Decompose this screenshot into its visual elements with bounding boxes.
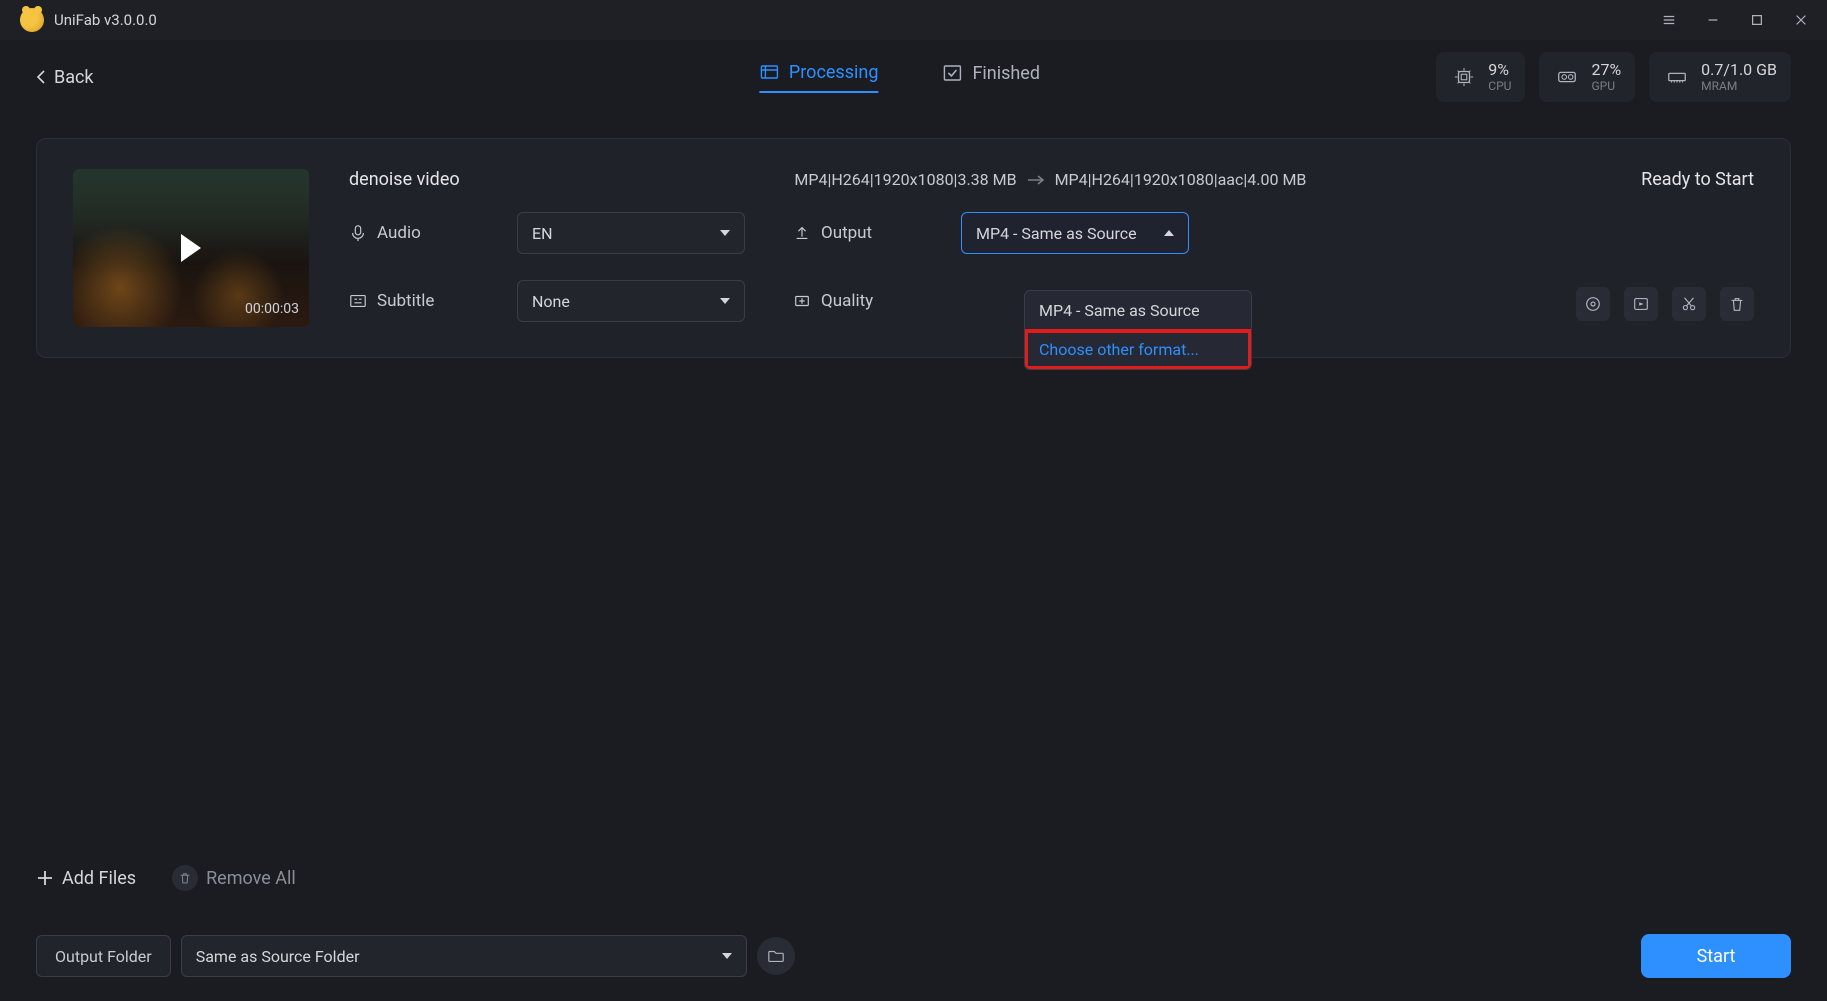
close-button[interactable] bbox=[1791, 10, 1811, 30]
task-status: Ready to Start bbox=[1641, 169, 1754, 190]
output-select-value: MP4 - Same as Source bbox=[976, 224, 1137, 243]
chevron-left-icon bbox=[36, 69, 46, 85]
task-card: 00:00:03 denoise video MP4|H264|1920x108… bbox=[36, 138, 1791, 358]
output-folder-select[interactable]: Same as Source Folder bbox=[181, 935, 747, 977]
preview-button[interactable] bbox=[1624, 287, 1658, 321]
target-spec: MP4|H264|1920x1080|aac|4.00 MB bbox=[1055, 170, 1307, 189]
audio-select[interactable]: EN bbox=[517, 212, 745, 254]
browse-folder-button[interactable] bbox=[757, 937, 795, 975]
task-title: denoise video bbox=[349, 169, 460, 190]
metric-cpu: 9% CPU bbox=[1436, 52, 1525, 102]
subtitle-select[interactable]: None bbox=[517, 280, 745, 322]
cpu-label: CPU bbox=[1488, 79, 1511, 93]
caret-down-icon bbox=[720, 298, 730, 304]
audio-label: Audio bbox=[349, 223, 469, 243]
subtitle-label-text: Subtitle bbox=[377, 291, 434, 311]
ram-icon bbox=[1663, 63, 1691, 91]
output-option-choose-other[interactable]: Choose other format... bbox=[1025, 330, 1251, 369]
bottom-actions: Add Files Remove All bbox=[36, 865, 296, 891]
footer: Output Folder Same as Source Folder Star… bbox=[0, 911, 1827, 1001]
menu-icon[interactable] bbox=[1659, 10, 1679, 30]
tab-processing-label: Processing bbox=[789, 62, 879, 83]
output-folder-value: Same as Source Folder bbox=[196, 947, 360, 966]
upload-icon bbox=[793, 224, 811, 242]
header: Back Processing Finished 9% CPU 27% GPU bbox=[0, 40, 1827, 114]
cpu-value: 9% bbox=[1488, 60, 1511, 79]
subtitle-label: Subtitle bbox=[349, 291, 469, 311]
output-dropdown: MP4 - Same as Source Choose other format… bbox=[1024, 290, 1252, 370]
metric-gpu: 27% GPU bbox=[1539, 52, 1635, 102]
tab-processing[interactable]: Processing bbox=[759, 62, 879, 93]
titlebar-controls bbox=[1659, 10, 1811, 30]
source-spec: MP4|H264|1920x1080|3.38 MB bbox=[794, 170, 1016, 189]
task-conversion-info: MP4|H264|1920x1080|3.38 MB MP4|H264|1920… bbox=[794, 170, 1306, 189]
audio-label-text: Audio bbox=[377, 223, 421, 243]
output-label-text: Output bbox=[821, 223, 872, 243]
caret-up-icon bbox=[1164, 230, 1174, 236]
trash-icon bbox=[172, 865, 198, 891]
quality-label-text: Quality bbox=[821, 291, 873, 311]
output-folder-label: Output Folder bbox=[36, 935, 171, 977]
subtitle-icon bbox=[349, 292, 367, 310]
remove-all-label: Remove All bbox=[206, 868, 296, 889]
gpu-icon bbox=[1553, 63, 1581, 91]
tabs: Processing Finished bbox=[759, 62, 1040, 93]
remove-all-button[interactable]: Remove All bbox=[172, 865, 296, 891]
gpu-value: 27% bbox=[1591, 60, 1621, 79]
back-button[interactable]: Back bbox=[36, 67, 94, 88]
gpu-label: GPU bbox=[1591, 79, 1621, 93]
ram-value: 0.7/1.0 GB bbox=[1701, 60, 1777, 79]
metric-ram: 0.7/1.0 GB MRAM bbox=[1649, 52, 1791, 102]
trim-button[interactable] bbox=[1672, 287, 1706, 321]
plus-icon bbox=[36, 869, 54, 887]
output-select[interactable]: MP4 - Same as Source bbox=[961, 212, 1189, 254]
task-actions bbox=[1576, 287, 1754, 321]
app-logo-icon bbox=[20, 8, 44, 32]
thumbnail-duration: 00:00:03 bbox=[245, 301, 299, 317]
task-top-row: denoise video MP4|H264|1920x1080|3.38 MB… bbox=[349, 169, 1754, 190]
caret-down-icon bbox=[722, 953, 732, 959]
finished-icon bbox=[942, 63, 962, 83]
tab-finished[interactable]: Finished bbox=[942, 62, 1040, 93]
add-files-button[interactable]: Add Files bbox=[36, 868, 136, 889]
settings-button[interactable] bbox=[1576, 287, 1610, 321]
ram-label: MRAM bbox=[1701, 79, 1777, 93]
mic-icon bbox=[349, 224, 367, 242]
maximize-button[interactable] bbox=[1747, 10, 1767, 30]
caret-down-icon bbox=[720, 230, 730, 236]
video-thumbnail[interactable]: 00:00:03 bbox=[73, 169, 309, 327]
output-label: Output bbox=[793, 223, 913, 243]
arrow-right-icon bbox=[1027, 174, 1045, 186]
add-files-label: Add Files bbox=[62, 868, 136, 889]
minimize-button[interactable] bbox=[1703, 10, 1723, 30]
quality-icon bbox=[793, 292, 811, 310]
audio-select-value: EN bbox=[532, 224, 553, 243]
play-icon bbox=[181, 234, 201, 262]
back-label: Back bbox=[54, 67, 94, 88]
start-button[interactable]: Start bbox=[1641, 934, 1791, 978]
delete-button[interactable] bbox=[1720, 287, 1754, 321]
processing-icon bbox=[759, 62, 779, 82]
cpu-icon bbox=[1450, 63, 1478, 91]
subtitle-select-value: None bbox=[532, 292, 570, 311]
tab-finished-label: Finished bbox=[972, 63, 1040, 84]
app-title: UniFab v3.0.0.0 bbox=[54, 11, 157, 29]
titlebar-left: UniFab v3.0.0.0 bbox=[20, 8, 157, 32]
quality-label: Quality bbox=[793, 291, 913, 311]
titlebar: UniFab v3.0.0.0 bbox=[0, 0, 1827, 40]
metrics: 9% CPU 27% GPU 0.7/1.0 GB MRAM bbox=[1436, 52, 1791, 102]
output-option-same-as-source[interactable]: MP4 - Same as Source bbox=[1025, 291, 1251, 330]
